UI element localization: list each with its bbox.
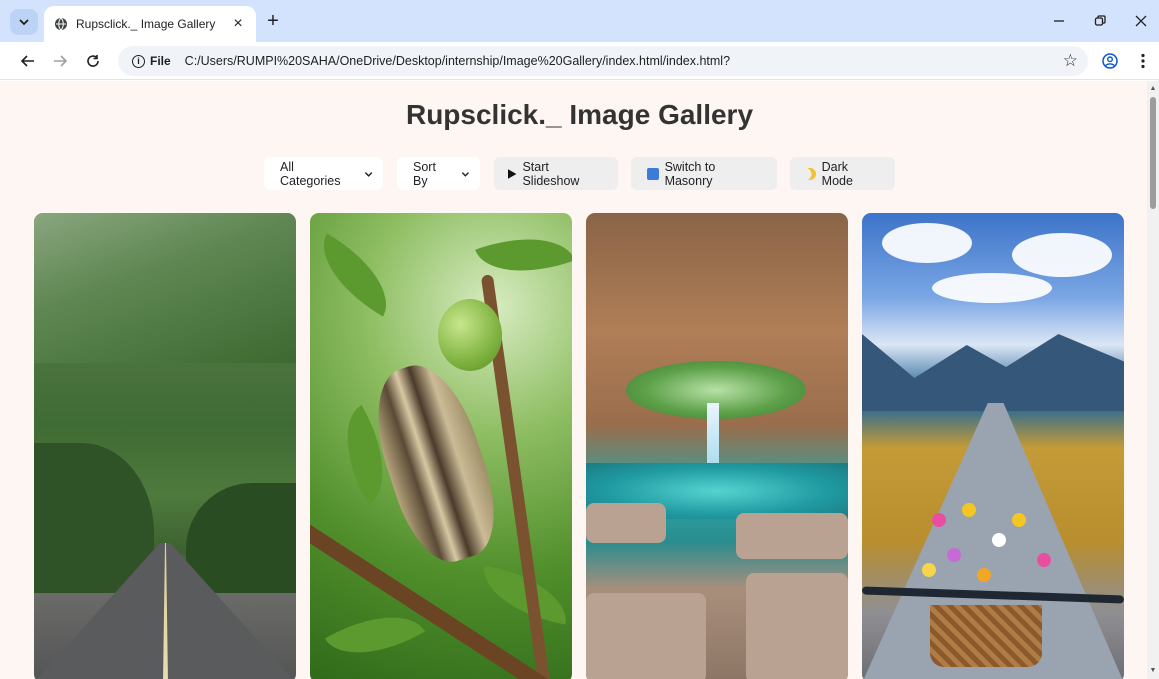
sort-select-value: Sort By [413, 159, 436, 188]
play-icon [508, 168, 517, 179]
category-select-value: All Categories [280, 159, 341, 188]
image-detail [310, 233, 405, 317]
new-tab-button[interactable]: + [262, 10, 284, 32]
image-detail [862, 334, 1124, 411]
image-detail [586, 503, 666, 543]
bookmark-star-icon[interactable]: ☆ [1063, 51, 1078, 71]
switch-masonry-label: Switch to Masonry [664, 159, 716, 188]
image-detail [962, 503, 976, 517]
dark-mode-label: Dark Mode [821, 159, 853, 188]
forward-button[interactable] [48, 49, 72, 73]
start-slideshow-button[interactable]: Start Slideshow [494, 157, 618, 190]
browser-toolbar: i File C:/Users/RUMPI%20SAHA/OneDrive/De… [0, 42, 1159, 80]
image-detail [438, 299, 502, 371]
chevron-down-icon [364, 171, 373, 177]
gallery-image-field-bicycle[interactable] [862, 213, 1124, 679]
page-viewport: Rupsclick._ Image Gallery All Categories… [0, 81, 1147, 679]
moon-icon [802, 165, 818, 181]
tab-search-button[interactable] [10, 9, 38, 35]
gallery-image-cave-waterfall[interactable] [586, 213, 848, 679]
restore-button[interactable] [1087, 8, 1113, 34]
close-tab-icon[interactable]: × [228, 14, 248, 34]
browser-menu-button[interactable] [1131, 49, 1155, 73]
image-detail [586, 593, 706, 679]
browser-tab-strip: Rupsclick._ Image Gallery × + [0, 0, 1159, 42]
profile-button[interactable] [1098, 49, 1122, 73]
image-detail [992, 533, 1006, 547]
gallery-image-mountain-road[interactable] [34, 213, 296, 679]
reload-button[interactable] [81, 49, 105, 73]
image-detail [736, 513, 848, 559]
tab-title: Rupsclick._ Image Gallery [76, 17, 216, 31]
url-text: C:/Users/RUMPI%20SAHA/OneDrive/Desktop/i… [184, 54, 731, 68]
image-detail [34, 213, 296, 363]
image-detail [1012, 513, 1026, 527]
sort-select[interactable]: Sort By [397, 157, 480, 190]
dark-mode-button[interactable]: Dark Mode [790, 157, 895, 190]
minimize-button[interactable] [1046, 8, 1072, 34]
scrollbar-thumb[interactable] [1150, 97, 1156, 209]
image-detail [932, 273, 1052, 303]
chevron-down-icon [19, 19, 29, 26]
arrow-right-icon [54, 55, 67, 67]
image-detail [922, 563, 936, 577]
arrow-left-icon [21, 55, 34, 67]
url-scheme-label: File [150, 54, 171, 68]
switch-masonry-button[interactable]: Switch to Masonry [631, 157, 777, 190]
page-scrollbar[interactable]: ▲ ▼ [1147, 81, 1159, 679]
image-detail [947, 548, 961, 562]
image-detail [1012, 233, 1112, 277]
reload-icon [87, 55, 99, 67]
image-detail [746, 573, 848, 679]
globe-icon [55, 17, 67, 31]
gallery-image-chipmunk[interactable] [310, 213, 572, 679]
site-info-chip[interactable]: i File [126, 50, 177, 72]
close-window-button[interactable] [1128, 8, 1154, 34]
back-button[interactable] [16, 49, 40, 73]
chevron-down-icon [461, 171, 470, 177]
scroll-up-arrow-icon[interactable]: ▲ [1149, 85, 1157, 93]
scroll-down-arrow-icon[interactable]: ▼ [1149, 667, 1157, 675]
image-detail [932, 513, 946, 527]
category-select[interactable]: All Categories [264, 157, 383, 190]
close-icon [1135, 15, 1147, 27]
address-bar[interactable]: i File C:/Users/RUMPI%20SAHA/OneDrive/De… [118, 46, 1088, 76]
image-detail [1037, 553, 1051, 567]
page-title: Rupsclick._ Image Gallery [405, 99, 754, 130]
image-detail [882, 223, 972, 263]
start-slideshow-label: Start Slideshow [522, 159, 580, 188]
image-detail [186, 483, 296, 593]
minimize-icon [1054, 20, 1064, 22]
kebab-menu-icon [1141, 53, 1145, 69]
profile-icon [1102, 53, 1118, 69]
restore-icon [1094, 15, 1106, 26]
browser-tab[interactable]: Rupsclick._ Image Gallery × [44, 6, 256, 42]
image-detail [930, 605, 1042, 667]
masonry-icon [647, 167, 659, 180]
image-detail [977, 568, 991, 582]
info-icon: i [132, 54, 145, 68]
